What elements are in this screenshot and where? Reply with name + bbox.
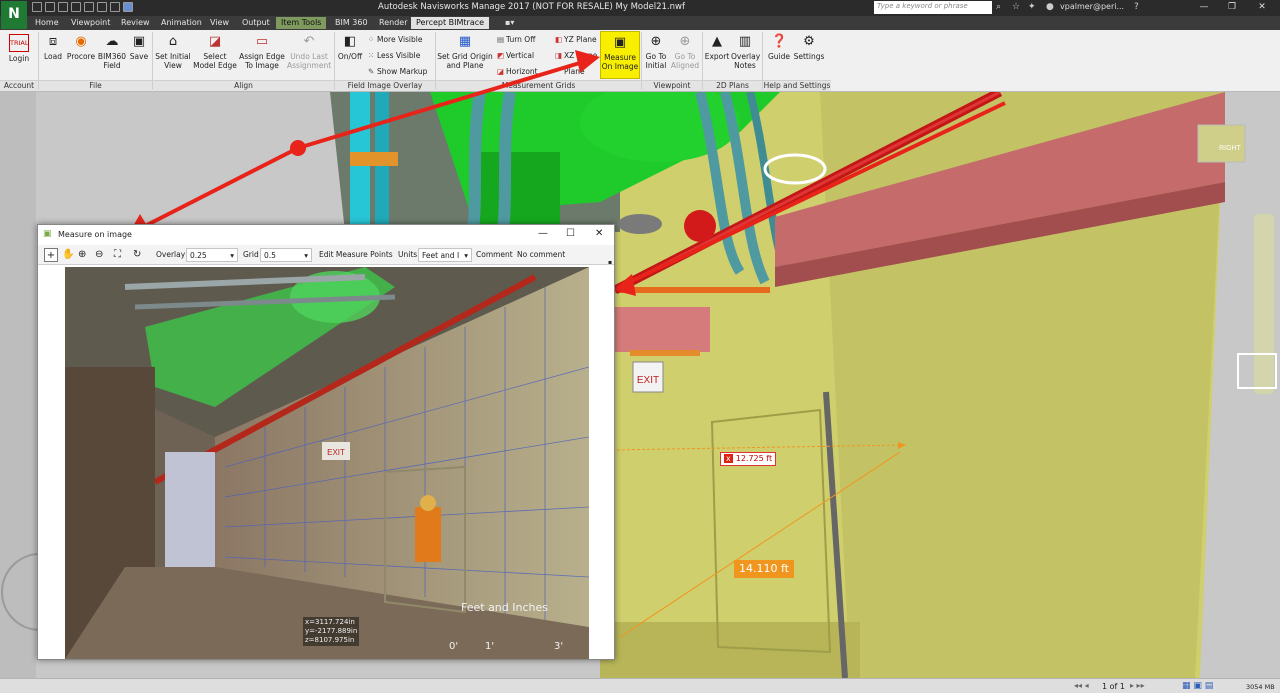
dialog-title-bar[interactable]: ▣ Measure on image — ☐ ✕ <box>38 225 614 245</box>
toolbar-overflow-icon[interactable]: ▪ <box>608 259 612 266</box>
zoom-in-icon[interactable]: ⊕ <box>78 248 86 262</box>
dialog-toolbar: + ✋ ⊕ ⊖ ⛶ ↻ Overlay 0.25 ▾ Grid 0.5 ▾ Edit… <box>38 245 614 266</box>
photo-exit-sign: EXIT <box>327 448 345 457</box>
comment-input[interactable]: No comment <box>517 250 565 259</box>
chevron-down-icon: ▾ <box>464 251 468 260</box>
dialog-close-button[interactable]: ✕ <box>595 228 603 239</box>
fit-extents-icon[interactable]: ⛶ <box>114 248 121 262</box>
units-value: Feet and I <box>422 251 460 260</box>
memory-usage: 3054 MB <box>1246 683 1275 691</box>
overlay-value: 0.25 <box>190 251 207 260</box>
field-photo-overlay[interactable]: EXIT Feet and Inches 0' 1' 3' x=3117.724… <box>65 267 589 659</box>
dialog-app-icon: ▣ <box>43 229 52 239</box>
scale-tick-0: 0' <box>449 641 459 652</box>
overlay-label: Overlay <box>156 250 186 259</box>
status-bar: ◂◂ ◂ 1 of 1 ▸ ▸▸ ▦ ▣ ▤ 3054 MB <box>0 678 1280 693</box>
grid-value: 0.5 <box>264 251 276 260</box>
page-indicator: 1 of 1 <box>1102 682 1125 691</box>
scale-tick-1: 1' <box>485 641 495 652</box>
chevron-down-icon: ▾ <box>304 251 308 260</box>
coordinate-readout: x=3117.724in y=-2177.889in z=8107.975in <box>303 617 360 646</box>
dialog-minimize-button[interactable]: — <box>538 228 548 239</box>
page-navigation[interactable]: ◂◂ ◂ <box>1074 681 1089 690</box>
zoom-out-icon[interactable]: ⊖ <box>95 248 103 262</box>
units-select[interactable]: Feet and I ▾ <box>418 248 472 262</box>
scale-title: Feet and Inches <box>461 601 548 614</box>
pan-hand-icon[interactable]: ✋ <box>62 248 74 262</box>
measure-on-image-dialog[interactable]: ▣ Measure on image — ☐ ✕ + ✋ ⊕ ⊖ ⛶ ↻ Ove… <box>37 224 615 660</box>
crosshair-tool-icon[interactable]: + <box>44 248 58 262</box>
chevron-down-icon: ▾ <box>230 251 234 260</box>
grid-select[interactable]: 0.5 ▾ <box>260 248 312 262</box>
dialog-title: Measure on image <box>58 230 132 239</box>
edit-measure-points-button[interactable]: Edit Measure Points <box>319 250 393 259</box>
status-icons[interactable]: ▦ ▣ ▤ <box>1182 681 1213 691</box>
coord-z: z=8107.975in <box>305 636 355 644</box>
page-navigation-next[interactable]: ▸ ▸▸ <box>1130 681 1145 690</box>
overlay-select[interactable]: 0.25 ▾ <box>186 248 238 262</box>
coord-x: x=3117.724in <box>305 618 355 626</box>
coord-y: y=-2177.889in <box>305 627 358 635</box>
comment-label: Comment <box>476 250 513 259</box>
dialog-maximize-button[interactable]: ☐ <box>566 228 575 239</box>
scale-tick-3: 3' <box>554 641 564 652</box>
rotate-icon[interactable]: ↻ <box>133 248 141 262</box>
units-label: Units <box>398 250 418 259</box>
grid-label: Grid <box>243 250 259 259</box>
